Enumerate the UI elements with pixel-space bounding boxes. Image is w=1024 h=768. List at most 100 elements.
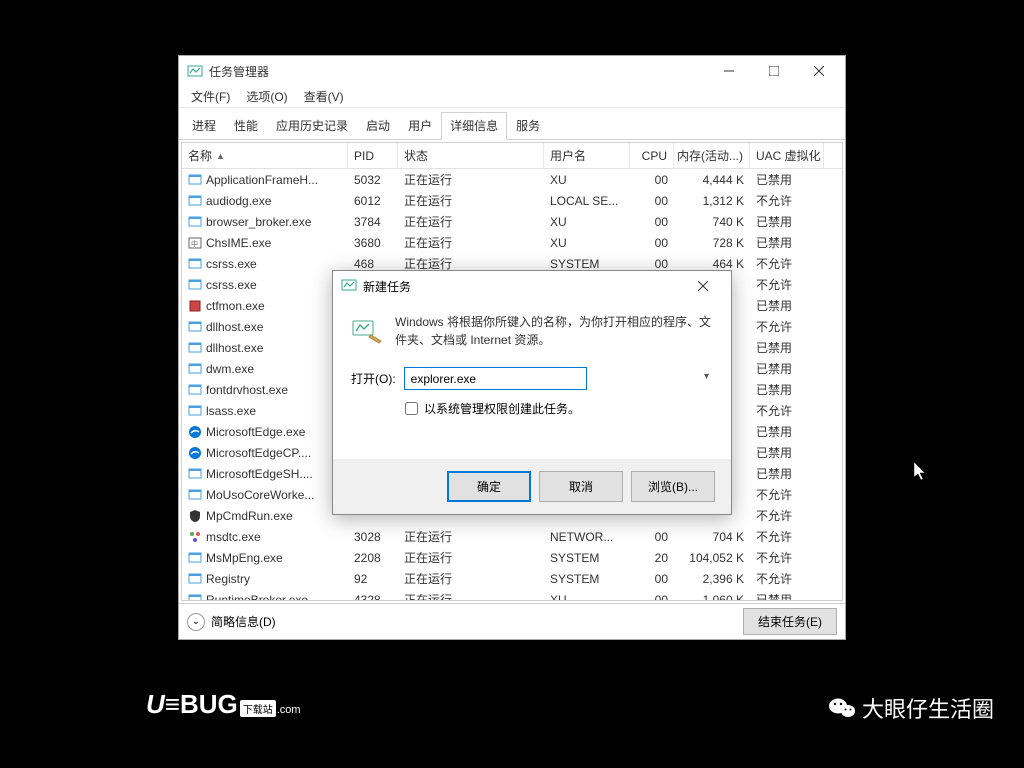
tab-details[interactable]: 详细信息 bbox=[441, 112, 507, 140]
col-uac[interactable]: UAC 虚拟化 bbox=[750, 143, 824, 168]
dialog-close-button[interactable] bbox=[683, 272, 723, 300]
process-status: 正在运行 bbox=[398, 591, 544, 600]
svg-text:中: 中 bbox=[191, 239, 198, 248]
tab-services[interactable]: 服务 bbox=[507, 112, 549, 139]
simple-info-label: 简略信息(D) bbox=[211, 613, 276, 630]
table-row[interactable]: 中ChsIME.exe3680正在运行XU00728 K已禁用 bbox=[182, 232, 842, 253]
dialog-body: Windows 将根据你所键入的名称，为你打开相应的程序、文件夹、文档或 Int… bbox=[333, 301, 731, 459]
col-cpu[interactable]: CPU bbox=[630, 143, 674, 168]
process-uac: 不允许 bbox=[750, 528, 824, 545]
taskmgr-icon bbox=[341, 277, 357, 296]
watermark-right-text: 大眼仔生活圈 bbox=[862, 692, 994, 724]
process-icon bbox=[188, 530, 202, 544]
table-row[interactable]: RuntimeBroker.exe4328正在运行XU001,060 K已禁用 bbox=[182, 589, 842, 600]
process-icon bbox=[188, 341, 202, 355]
table-row[interactable]: browser_broker.exe3784正在运行XU00740 K已禁用 bbox=[182, 211, 842, 232]
process-icon bbox=[188, 215, 202, 229]
process-uac: 已禁用 bbox=[750, 213, 824, 230]
process-uac: 已禁用 bbox=[750, 444, 824, 461]
table-row[interactable]: Registry92正在运行SYSTEM002,396 K不允许 bbox=[182, 568, 842, 589]
process-cpu: 00 bbox=[630, 236, 674, 250]
minimize-button[interactable] bbox=[706, 57, 751, 85]
process-status: 正在运行 bbox=[398, 234, 544, 251]
process-uac: 已禁用 bbox=[750, 381, 824, 398]
process-icon bbox=[188, 194, 202, 208]
menu-options[interactable]: 选项(O) bbox=[240, 86, 293, 107]
process-pid: 5032 bbox=[348, 173, 398, 187]
process-pid: 468 bbox=[348, 257, 398, 271]
process-uac: 已禁用 bbox=[750, 360, 824, 377]
menu-file[interactable]: 文件(F) bbox=[185, 86, 236, 107]
wechat-icon bbox=[828, 696, 856, 720]
col-name[interactable]: 名称▲ bbox=[182, 143, 348, 168]
col-pid[interactable]: PID bbox=[348, 143, 398, 168]
process-name: MsMpEng.exe bbox=[206, 551, 283, 565]
process-uac: 不允许 bbox=[750, 486, 824, 503]
dialog-titlebar: 新建任务 bbox=[333, 271, 731, 301]
table-row[interactable]: msdtc.exe3028正在运行NETWOR...00704 K不允许 bbox=[182, 526, 842, 547]
process-uac: 不允许 bbox=[750, 318, 824, 335]
table-row[interactable]: audiodg.exe6012正在运行LOCAL SE...001,312 K不… bbox=[182, 190, 842, 211]
process-pid: 4328 bbox=[348, 593, 398, 601]
admin-checkbox-label: 以系统管理权限创建此任务。 bbox=[424, 400, 580, 417]
process-memory: 1,060 K bbox=[674, 593, 750, 601]
process-memory: 728 K bbox=[674, 236, 750, 250]
process-user: NETWOR... bbox=[544, 530, 630, 544]
process-name: csrss.exe bbox=[206, 257, 257, 271]
tab-processes[interactable]: 进程 bbox=[183, 112, 225, 139]
col-status[interactable]: 状态 bbox=[398, 143, 544, 168]
sort-asc-icon: ▲ bbox=[216, 151, 225, 161]
cancel-button[interactable]: 取消 bbox=[539, 471, 623, 502]
window-title: 任务管理器 bbox=[209, 63, 706, 80]
process-user: XU bbox=[544, 593, 630, 601]
menubar: 文件(F) 选项(O) 查看(V) bbox=[179, 86, 845, 108]
process-name: ctfmon.exe bbox=[206, 299, 265, 313]
process-cpu: 00 bbox=[630, 593, 674, 601]
ok-button[interactable]: 确定 bbox=[447, 471, 531, 502]
browse-button[interactable]: 浏览(B)... bbox=[631, 471, 715, 502]
process-icon bbox=[188, 320, 202, 334]
close-button[interactable] bbox=[796, 57, 841, 85]
col-user[interactable]: 用户名 bbox=[544, 143, 630, 168]
process-name: browser_broker.exe bbox=[206, 215, 311, 229]
process-memory: 2,396 K bbox=[674, 572, 750, 586]
process-user: XU bbox=[544, 173, 630, 187]
table-row[interactable]: MsMpEng.exe2208正在运行SYSTEM20104,052 K不允许 bbox=[182, 547, 842, 568]
end-task-button[interactable]: 结束任务(E) bbox=[743, 608, 837, 635]
table-row[interactable]: ApplicationFrameH...5032正在运行XU004,444 K已… bbox=[182, 169, 842, 190]
tab-performance[interactable]: 性能 bbox=[225, 112, 267, 139]
process-pid: 3028 bbox=[348, 530, 398, 544]
tab-users[interactable]: 用户 bbox=[399, 112, 441, 139]
col-memory[interactable]: 内存(活动...) bbox=[674, 143, 750, 168]
process-icon bbox=[188, 446, 202, 460]
process-uac: 不允许 bbox=[750, 507, 824, 524]
process-uac: 不允许 bbox=[750, 255, 824, 272]
process-icon bbox=[188, 299, 202, 313]
dropdown-icon[interactable]: ▾ bbox=[704, 371, 709, 382]
process-name: ApplicationFrameH... bbox=[206, 173, 318, 187]
taskmgr-icon bbox=[187, 63, 203, 79]
maximize-button[interactable] bbox=[751, 57, 796, 85]
open-input[interactable] bbox=[404, 367, 587, 390]
process-icon bbox=[188, 173, 202, 187]
process-icon bbox=[188, 257, 202, 271]
admin-checkbox[interactable] bbox=[405, 402, 418, 415]
tab-app-history[interactable]: 应用历史记录 bbox=[267, 112, 357, 139]
process-name: lsass.exe bbox=[206, 404, 256, 418]
process-uac: 已禁用 bbox=[750, 423, 824, 440]
process-name: MpCmdRun.exe bbox=[206, 509, 293, 523]
process-name: MicrosoftEdgeCP.... bbox=[206, 446, 311, 460]
process-memory: 1,312 K bbox=[674, 194, 750, 208]
process-icon bbox=[188, 488, 202, 502]
process-name: MoUsoCoreWorke... bbox=[206, 488, 314, 502]
process-name: ChsIME.exe bbox=[206, 236, 271, 250]
process-cpu: 00 bbox=[630, 194, 674, 208]
process-name: csrss.exe bbox=[206, 278, 257, 292]
process-user: LOCAL SE... bbox=[544, 194, 630, 208]
tab-startup[interactable]: 启动 bbox=[357, 112, 399, 139]
process-name: dwm.exe bbox=[206, 362, 254, 376]
menu-view[interactable]: 查看(V) bbox=[298, 86, 350, 107]
process-cpu: 00 bbox=[630, 173, 674, 187]
process-user: XU bbox=[544, 236, 630, 250]
simple-view-toggle[interactable]: ⌄ 简略信息(D) bbox=[187, 613, 743, 631]
